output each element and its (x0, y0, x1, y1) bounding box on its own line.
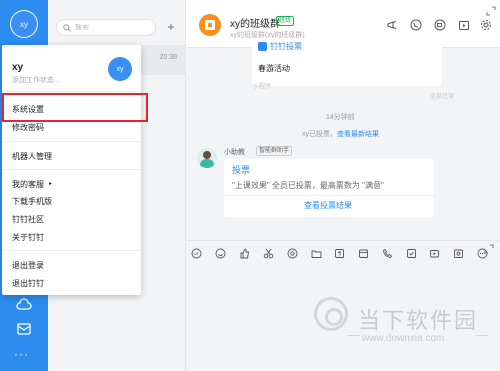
highlight-box (2, 93, 148, 122)
mention-icon[interactable] (287, 248, 298, 259)
vote-icon (258, 42, 267, 51)
view-latest-result-link[interactable]: 查看最新结果 (337, 131, 379, 138)
call-icon[interactable] (410, 19, 422, 31)
vote-card-text: 春游活动 (258, 64, 290, 73)
bot-tag: 智能群助手 (256, 146, 293, 156)
watermark-url: www.downxia.com (362, 333, 445, 344)
watermark-line (476, 335, 488, 336)
work-status-input[interactable]: 添加工作状态... (12, 75, 60, 85)
menu-item-quit[interactable]: 退出钉钉 (12, 278, 44, 289)
all-read-label[interactable]: 全部已读 (430, 91, 454, 100)
view-vote-result-link[interactable]: 查看投票结果 (304, 200, 352, 211)
menu-item-change-password[interactable]: 修改密码 (12, 122, 44, 133)
divider (2, 169, 141, 170)
emoji-icon[interactable] (215, 248, 226, 259)
conversation-time: 20:38 (159, 54, 177, 61)
input-toolbar: GIF (186, 240, 500, 266)
divider (2, 91, 141, 92)
menu-item-robot-management[interactable]: 机器人管理 (12, 151, 52, 162)
folder-icon[interactable] (311, 248, 322, 259)
expand-icon[interactable] (486, 6, 496, 16)
vote-card[interactable]: 钉钉投票 春游活动 (252, 38, 442, 86)
watermark-logo (314, 297, 348, 331)
search-input[interactable] (75, 24, 155, 31)
applet-label: 小程序 (253, 84, 272, 90)
group-avatar[interactable] (199, 14, 221, 36)
user-avatar[interactable]: xy (10, 10, 38, 38)
search-icon (63, 23, 71, 32)
settings-icon[interactable] (480, 19, 492, 31)
watermark-line (348, 335, 360, 336)
menu-item-download-mobile[interactable]: 下载手机版 (12, 196, 52, 207)
ding-message-icon[interactable] (334, 248, 345, 259)
group-tag: 班级 (276, 16, 295, 26)
live-icon[interactable] (458, 19, 470, 31)
thumbs-up-icon[interactable] (239, 248, 250, 259)
menu-item-community[interactable]: 钉钉社区 (12, 214, 44, 225)
menu-user-name: xy (12, 62, 24, 73)
divider (2, 141, 141, 142)
menu-item-my-service[interactable]: 我的客服 (12, 179, 44, 190)
more-apps-button[interactable]: ··· (14, 347, 29, 361)
vote-result-card: 投票 "上课效果" 全员已投票，最高票数为 "满意" 查看投票结果 (224, 159, 434, 217)
user-menu: xy 添加工作状态... xy 系统设置 修改密码 机器人管理 我的客服 ▸ 下… (2, 45, 141, 295)
cloud-icon[interactable] (16, 298, 32, 312)
system-message: xy已投票，查看最新结果 (302, 131, 379, 138)
mail-icon[interactable] (16, 322, 32, 336)
watermark-text: 当下软件园 (358, 309, 479, 334)
task-icon[interactable] (406, 248, 417, 259)
menu-item-about[interactable]: 关于钉钉 (12, 232, 44, 243)
video-call-icon[interactable] (434, 19, 446, 31)
video-icon[interactable] (429, 248, 440, 259)
vote-result-title: 投票 (232, 165, 251, 175)
vote-result-desc: "上课效果" 全员已投票，最高票数为 "满意" (232, 181, 384, 190)
search-box[interactable] (56, 19, 156, 36)
calendar-icon[interactable] (358, 248, 369, 259)
bot-avatar[interactable] (197, 148, 217, 168)
bot-name: 小助教 (224, 149, 245, 156)
menu-avatar[interactable]: xy (108, 57, 132, 81)
ding-icon[interactable] (386, 19, 398, 31)
divider (224, 195, 434, 196)
vote-card-header: 钉钉投票 (258, 41, 302, 52)
phone-icon[interactable] (382, 248, 393, 259)
group-title[interactable]: xy的班级群 (230, 15, 280, 30)
divider (2, 250, 141, 251)
chevron-right-icon: ▸ (49, 181, 53, 187)
live-stream-icon[interactable] (453, 248, 464, 259)
message-timestamp: 14分钟前 (326, 114, 355, 121)
menu-item-logout[interactable]: 退出登录 (12, 260, 44, 271)
expand-input-icon[interactable] (484, 244, 494, 254)
scissors-icon[interactable] (263, 248, 274, 259)
add-button[interactable]: + (164, 20, 178, 34)
gif-icon[interactable]: GIF (191, 248, 202, 259)
svg-text:GIF: GIF (193, 252, 199, 256)
